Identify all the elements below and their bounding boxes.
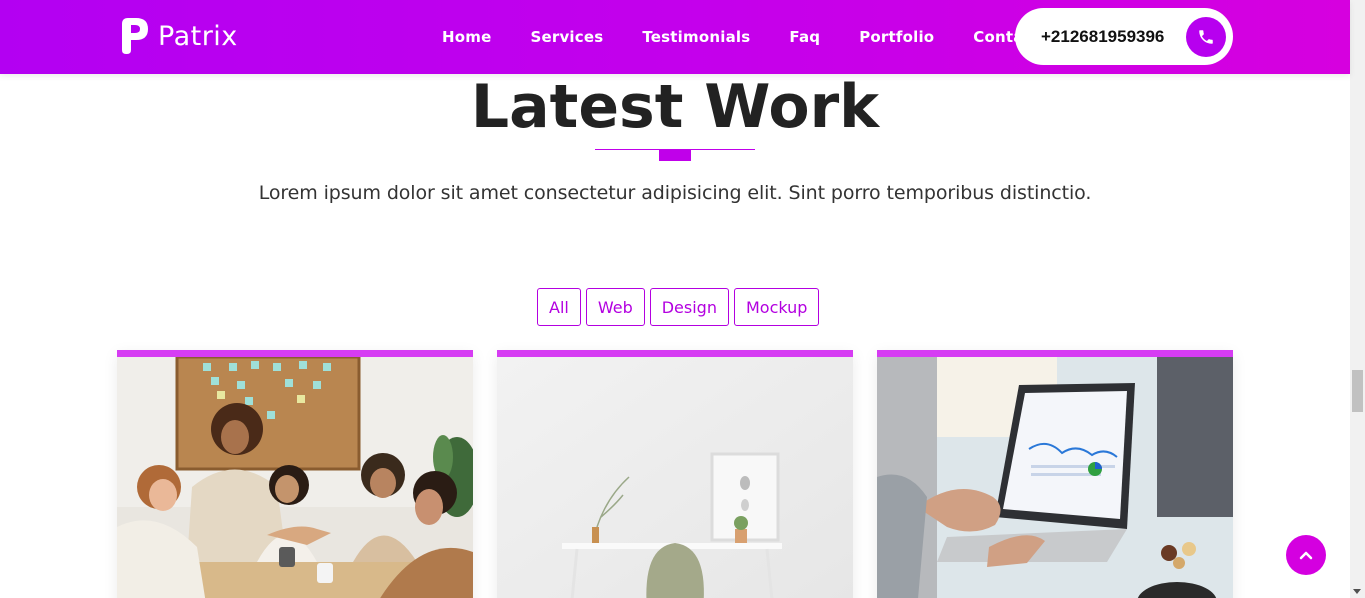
main-nav: Home Services Testimonials Faq Portfolio… [442,0,1040,74]
filter-all[interactable]: All [537,288,581,326]
nav-services[interactable]: Services [530,28,603,46]
card-accent-bar [877,350,1233,357]
phone-icon [1199,30,1213,44]
nav-portfolio[interactable]: Portfolio [859,28,934,46]
team-meeting-handshake-photo [117,357,473,598]
filter-mockup[interactable]: Mockup [733,288,820,326]
title-divider-block [659,150,691,161]
portfolio-card[interactable] [497,350,853,598]
site-header: Patrix Home Services Testimonials Faq Po… [0,0,1350,74]
filter-design[interactable]: Design [649,288,729,326]
scroll-to-top-button[interactable] [1286,535,1326,575]
portfolio-filters: All Web Design Mockup [537,288,824,326]
phone-number[interactable]: +212681959396 [1041,27,1164,47]
laptop-analytics-photo [877,357,1233,598]
scrollbar-down-arrow-icon[interactable] [1353,589,1361,594]
nav-testimonials[interactable]: Testimonials [642,28,750,46]
logo-icon [122,18,148,54]
portfolio-card[interactable] [117,350,473,598]
filter-web[interactable]: Web [585,288,645,326]
phone-button[interactable] [1186,17,1226,57]
phone-pill[interactable]: +212681959396 [1015,8,1233,65]
section-description: Lorem ipsum dolor sit amet consectetur a… [258,182,1092,204]
chevron-up-icon [1299,551,1313,560]
logo[interactable]: Patrix [120,16,238,56]
nav-faq[interactable]: Faq [789,28,820,46]
nav-home[interactable]: Home [442,28,491,46]
page-scrollbar[interactable] [1350,0,1365,598]
section-title: Latest Work [470,72,880,142]
portfolio-card[interactable] [877,350,1233,598]
logo-text: Patrix [158,20,238,52]
card-accent-bar [117,350,473,357]
minimal-desk-chair-photo [497,357,853,598]
scrollbar-thumb[interactable] [1352,370,1363,412]
card-accent-bar [497,350,853,357]
